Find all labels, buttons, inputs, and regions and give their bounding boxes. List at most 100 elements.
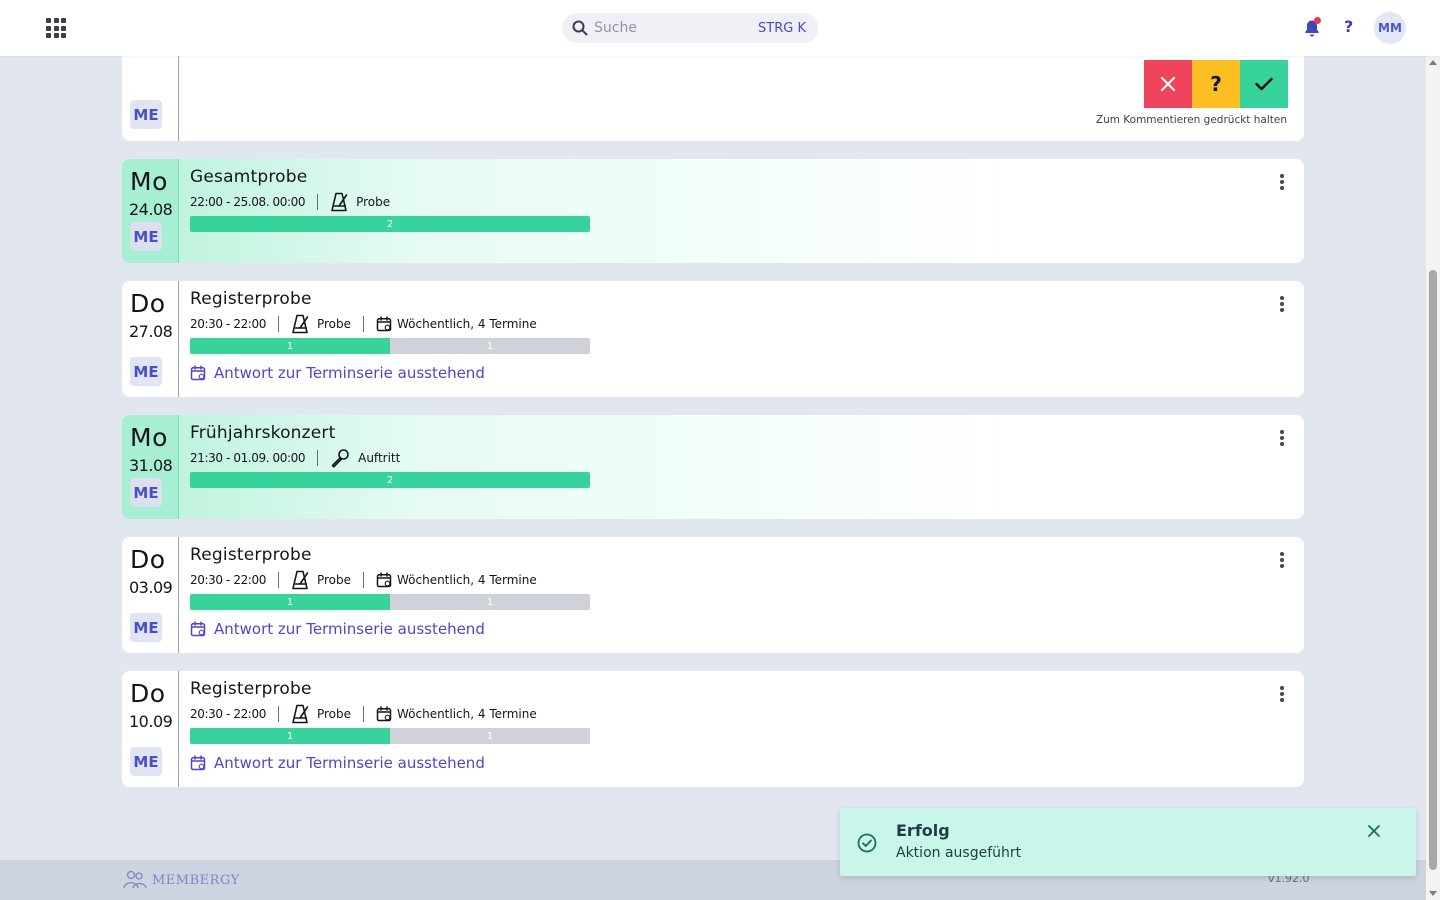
event-time: 20:30 - 22:00: [190, 573, 266, 587]
more-options-icon[interactable]: [1278, 296, 1286, 312]
decline-button[interactable]: [1144, 60, 1192, 108]
event-category-label: Probe: [316, 573, 351, 587]
progress-segment-open: 1: [390, 594, 590, 610]
event-category-label: Probe: [316, 707, 351, 721]
member-badge[interactable]: ME: [130, 222, 162, 251]
notification-unread-dot: [1314, 17, 1321, 24]
event-series: Wöchentlich, 4 Termine: [376, 572, 537, 588]
progress-segment-yes: 1: [190, 594, 390, 610]
toast-message: Aktion ausgeführt: [896, 845, 1022, 861]
series-response-pending-label: Antwort zur Terminserie ausstehend: [214, 754, 485, 772]
event-content: Registerprobe 20:30 - 22:00 Probe Wöchen…: [190, 679, 1304, 787]
apps-grid-icon[interactable]: [46, 18, 66, 38]
meta-divider: [277, 572, 279, 588]
meta-divider: [317, 194, 319, 210]
scroll-up-arrow-icon[interactable]: [1429, 60, 1437, 65]
event-title[interactable]: Gesamtprobe: [190, 167, 1304, 187]
event-card[interactable]: Do 03.09 ME Registerprobe 20:30 - 22:00 …: [122, 537, 1304, 653]
member-badge[interactable]: ME: [130, 100, 162, 129]
recurring-calendar-icon: [376, 572, 392, 588]
event-title[interactable]: Registerprobe: [190, 289, 1304, 309]
toast-title: Erfolg: [896, 821, 950, 840]
event-series-label: Wöchentlich, 4 Termine: [396, 317, 537, 331]
series-response-pending-link[interactable]: Antwort zur Terminserie ausstehend: [190, 364, 1304, 382]
scrollbar[interactable]: [1426, 56, 1440, 900]
progress-segment-yes: 1: [190, 338, 390, 354]
attendance-progress-bar: 11: [190, 728, 590, 744]
series-response-pending-link[interactable]: Antwort zur Terminserie ausstehend: [190, 754, 1304, 772]
event-time: 20:30 - 22:00: [190, 317, 266, 331]
meta-divider: [362, 572, 364, 588]
event-card[interactable]: Mo 24.08 ME Gesamtprobe 22:00 - 25.08. 0…: [122, 159, 1304, 263]
user-avatar[interactable]: MM: [1374, 12, 1406, 44]
member-badge[interactable]: ME: [130, 747, 162, 776]
event-title[interactable]: Frühjahrskonzert: [190, 423, 1304, 443]
event-time: 22:00 - 25.08. 00:00: [190, 195, 306, 209]
meta-divider: [277, 316, 279, 332]
member-badge[interactable]: ME: [130, 357, 162, 386]
more-options-icon[interactable]: [1278, 174, 1286, 190]
brand-name: MEMBERGY: [152, 872, 240, 888]
calendar-clock-icon: [190, 621, 206, 637]
progress-segment-open: 1: [390, 338, 590, 354]
event-card[interactable]: Do 10.09 ME Registerprobe 20:30 - 22:00 …: [122, 671, 1304, 787]
check-circle-icon: [857, 833, 877, 853]
search-shortcut-hint: STRG K: [758, 20, 806, 36]
notifications-button[interactable]: [1302, 17, 1322, 38]
event-time: 20:30 - 22:00: [190, 707, 266, 721]
toast-close-icon[interactable]: [1366, 823, 1382, 839]
series-response-pending-link[interactable]: Antwort zur Terminserie ausstehend: [190, 620, 1304, 638]
event-title[interactable]: Registerprobe: [190, 545, 1304, 565]
comment-hint: Zum Kommentieren gedrückt halten: [1095, 114, 1287, 126]
event-card[interactable]: Mo 31.08 ME Frühjahrskonzert 21:30 - 01.…: [122, 415, 1304, 519]
event-date: 10.09: [129, 712, 173, 731]
scroll-down-arrow-icon[interactable]: [1429, 891, 1437, 896]
metronome-icon: [292, 570, 309, 590]
scrollbar-thumb[interactable]: [1429, 270, 1437, 870]
more-options-icon[interactable]: [1278, 552, 1286, 568]
search-icon: [572, 20, 588, 36]
event-series-label: Wöchentlich, 4 Termine: [396, 573, 537, 587]
membergy-logo-icon: [123, 870, 147, 889]
date-column: Do 03.09 ME: [122, 537, 179, 653]
event-weekday: Do: [130, 545, 166, 574]
event-title[interactable]: Registerprobe: [190, 679, 1304, 699]
event-category: Probe: [291, 314, 351, 334]
event-content: Gesamtprobe 22:00 - 25.08. 00:00 Probe 2: [190, 167, 1304, 263]
close-icon: [1160, 76, 1176, 92]
calendar-clock-icon: [190, 755, 206, 771]
event-date: 27.08: [129, 322, 173, 341]
meta-divider: [362, 316, 364, 332]
help-button[interactable]: ?: [1344, 17, 1353, 36]
event-series: Wöchentlich, 4 Termine: [376, 316, 537, 332]
more-options-icon[interactable]: [1278, 430, 1286, 446]
search-bar[interactable]: STRG K: [562, 13, 818, 43]
event-card[interactable]: Do 27.08 ME Registerprobe 20:30 - 22:00 …: [122, 281, 1304, 397]
event-meta: 22:00 - 25.08. 00:00 Probe: [190, 191, 1304, 213]
brand-logo[interactable]: MEMBERGY: [122, 870, 240, 890]
attendance-progress-bar: 2: [190, 216, 590, 232]
series-response-pending-label: Antwort zur Terminserie ausstehend: [214, 620, 485, 638]
recurring-calendar-icon: [376, 316, 392, 332]
attendance-progress-bar: 11: [190, 338, 590, 354]
maybe-button[interactable]: ?: [1192, 60, 1240, 108]
more-options-icon[interactable]: [1278, 686, 1286, 702]
meta-divider: [277, 706, 279, 722]
event-category-label: Probe: [316, 317, 351, 331]
event-date: 03.09: [129, 578, 173, 597]
event-weekday: Mo: [130, 167, 168, 196]
check-icon: [1255, 77, 1273, 91]
recurring-calendar-icon: [376, 706, 392, 722]
event-weekday: Do: [130, 679, 166, 708]
event-content: Registerprobe 20:30 - 22:00 Probe Wöchen…: [190, 545, 1304, 653]
accept-button[interactable]: [1240, 60, 1288, 108]
event-content: Registerprobe 20:30 - 22:00 Probe Wöchen…: [190, 289, 1304, 397]
event-weekday: Mo: [130, 423, 168, 452]
member-badge[interactable]: ME: [130, 478, 162, 507]
date-column: Mo 24.08 ME: [122, 159, 179, 263]
event-category: Probe: [291, 570, 351, 590]
metronome-icon: [331, 192, 348, 212]
search-input[interactable]: [594, 20, 744, 36]
member-badge[interactable]: ME: [130, 613, 162, 642]
event-category: Probe: [330, 192, 390, 212]
